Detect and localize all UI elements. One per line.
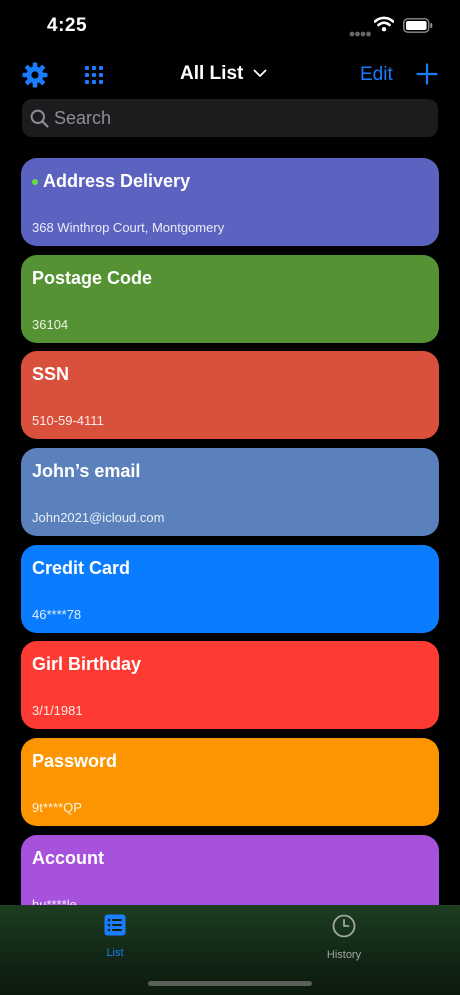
wifi-icon [373, 16, 395, 37]
edit-button[interactable]: Edit [360, 64, 393, 86]
add-plus-icon[interactable] [416, 63, 438, 85]
list-card-credit-card[interactable]: Credit Card 46****78 [21, 544, 439, 633]
tab-history[interactable]: History [284, 914, 404, 966]
clock-icon [284, 914, 404, 943]
card-value: 368 Winthrop Court, Montgomery [32, 220, 225, 235]
status-time: 4:25 [47, 15, 88, 36]
grid-view-icon[interactable] [84, 65, 104, 85]
card-title: Credit Card [32, 557, 131, 578]
card-title: SSN [32, 364, 70, 385]
nav-title: All List [180, 63, 244, 84]
list-card-password[interactable]: Password 9t****QP [21, 738, 439, 827]
card-value: 510-59-4111 [32, 413, 104, 429]
card-value: 46****78 [32, 606, 82, 622]
list-selector-dropdown[interactable]: All List [180, 63, 267, 85]
search-bar [22, 99, 438, 137]
card-title: John’s email [32, 461, 141, 482]
search-icon [30, 109, 49, 133]
card-value: 3/1/1981 [32, 703, 83, 719]
card-title: Account [32, 847, 104, 868]
list-card-postage-code[interactable]: Postage Code 36104 [21, 254, 439, 343]
navigation-bar: All List Edit [0, 54, 460, 98]
cellular-signal-icon [349, 25, 371, 43]
list-icon [55, 914, 175, 941]
battery-icon [403, 18, 433, 38]
list-card-ssn[interactable]: SSN 510-59-4111 [21, 351, 439, 440]
settings-gear-icon[interactable] [22, 62, 48, 88]
tab-list[interactable]: List [55, 914, 175, 966]
tab-label-list: List [106, 947, 124, 959]
card-title: Girl Birthday [32, 654, 142, 675]
list-card-girl-birthday[interactable]: Girl Birthday 3/1/1981 [21, 641, 439, 730]
card-title: Password [32, 751, 118, 772]
card-value: 9t****QP [32, 800, 82, 816]
card-title: Postage Code [32, 267, 153, 288]
card-title: Address Delivery [43, 171, 191, 191]
card-list: Address Delivery 368 Winthrop Court, Mon… [21, 158, 439, 932]
tab-label-history: History [326, 949, 362, 961]
status-bar: 4:25 [0, 0, 460, 54]
chevron-down-icon [253, 65, 267, 83]
home-indicator [148, 981, 312, 986]
card-value: 36104 [32, 316, 69, 332]
list-card-address-delivery[interactable]: Address Delivery 368 Winthrop Court, Mon… [21, 158, 439, 246]
list-card-johns-email[interactable]: John’s email John2021@icloud.com [21, 448, 439, 537]
active-dot-indicator [32, 178, 38, 185]
card-value: John2021@icloud.com [32, 510, 165, 526]
search-input[interactable] [54, 99, 424, 137]
